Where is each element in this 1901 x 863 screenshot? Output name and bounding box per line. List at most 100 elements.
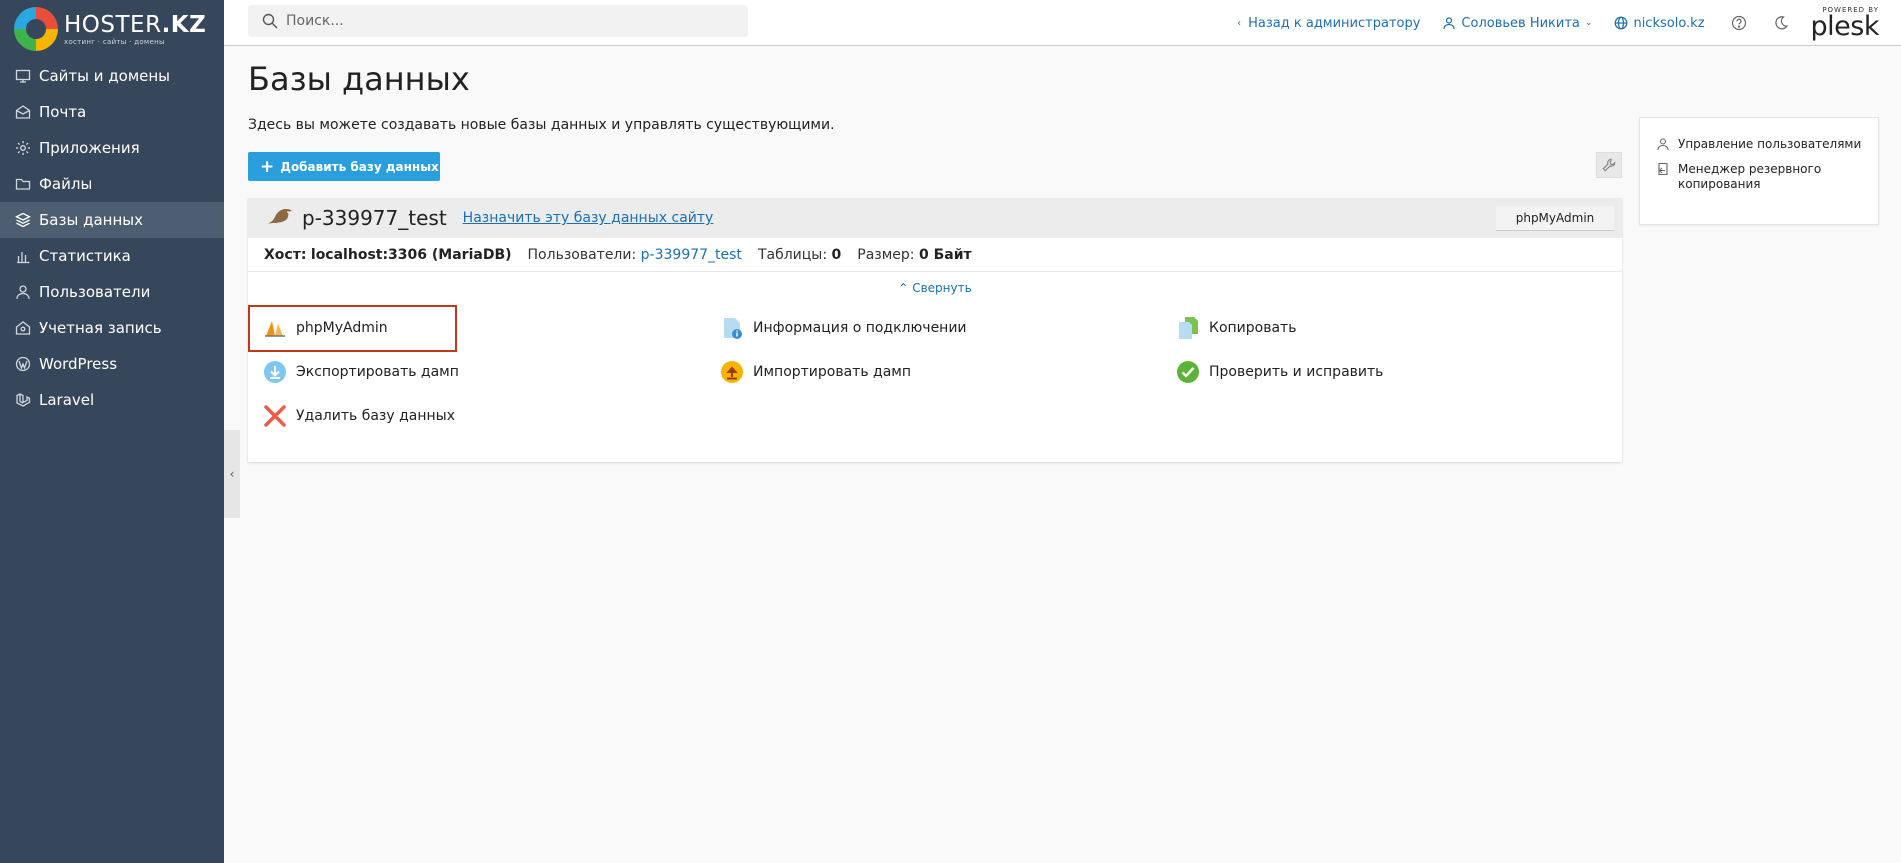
side-panel: Управление пользователями Менеджер резер… — [1639, 117, 1879, 225]
folder-icon — [15, 176, 31, 192]
domain-label: nicksolo.kz — [1633, 15, 1705, 31]
search-input[interactable] — [286, 13, 726, 29]
sidebar-nav: Сайты и домены Почта Приложения Файлы Ба… — [0, 58, 224, 418]
sidebar-item-label: WordPress — [39, 355, 118, 373]
sidebar-item-sites[interactable]: Сайты и домены — [0, 58, 224, 94]
import-icon — [720, 360, 744, 384]
action-label: Экспортировать дамп — [296, 364, 459, 380]
action-copy[interactable]: Копировать — [1176, 316, 1296, 340]
chevron-up-icon: ⌃ — [898, 281, 909, 295]
tools-button[interactable] — [1596, 152, 1622, 178]
action-connection-info[interactable]: Информация о подключении — [720, 316, 967, 340]
sidebar-item-label: Файлы — [39, 175, 93, 193]
back-to-admin-label: Назад к администратору — [1248, 15, 1421, 31]
action-check-repair[interactable]: Проверить и исправить — [1176, 360, 1383, 384]
action-label: Импортировать дамп — [753, 364, 912, 380]
brand-tagline: хостинг · сайты · домены — [64, 37, 165, 46]
checkmark-icon — [1176, 360, 1200, 384]
globe-icon — [1615, 16, 1628, 30]
action-label: phpMyAdmin — [296, 320, 388, 336]
chevron-down-icon: ⌄ — [1584, 18, 1593, 28]
users-link[interactable]: p-339977_test — [641, 247, 742, 263]
top-bar: ‹ Назад к администратору Соловьев Никита… — [224, 0, 1901, 46]
phpmyadmin-button[interactable]: phpMyAdmin — [1496, 206, 1614, 231]
sidebar-item-label: Сайты и домены — [39, 67, 171, 85]
user-management-label: Управление пользователями — [1678, 137, 1862, 151]
action-import-dump[interactable]: Импортировать дамп — [720, 360, 911, 384]
user-name: Соловьев Никита — [1461, 15, 1580, 31]
logo-icon — [14, 7, 58, 51]
brand-logo[interactable]: HOSTER.KZ хостинг · сайты · домены — [0, 0, 224, 58]
page-title: Базы данных — [248, 60, 470, 98]
backup-icon — [1658, 162, 1668, 176]
sidebar-item-label: Базы данных — [39, 211, 143, 229]
sidebar-item-statistics[interactable]: Статистика — [0, 238, 224, 274]
wrench-icon — [1602, 158, 1616, 172]
chevron-left-icon: ‹ — [229, 467, 235, 481]
plesk-logo: POWERED BY plesk — [1810, 6, 1880, 42]
collapse-label: Свернуть — [912, 281, 972, 295]
backup-manager-label: Менеджер резервного копирования — [1678, 162, 1822, 191]
sidebar-item-label: Статистика — [39, 247, 131, 265]
host-value: localhost:3306 (MariaDB) — [310, 246, 512, 263]
action-label: Удалить базу данных — [296, 408, 455, 424]
user-icon — [1657, 138, 1669, 151]
search-icon — [262, 13, 278, 29]
connection-info-icon — [720, 316, 744, 340]
host-label: Хост: — [264, 246, 307, 263]
sidebar-collapse-button[interactable]: ‹ — [224, 430, 240, 518]
sidebar-item-label: Учетная запись — [39, 319, 162, 337]
action-label: Проверить и исправить — [1209, 364, 1384, 380]
backup-manager-link[interactable]: Менеджер резервного копирования — [1656, 162, 1864, 192]
bar-chart-icon — [15, 248, 31, 264]
sidebar-item-wordpress[interactable]: WordPress — [0, 346, 224, 382]
user-management-link[interactable]: Управление пользователями — [1656, 137, 1864, 152]
phpmyadmin-icon — [263, 316, 287, 340]
size-value: 0 Байт — [918, 246, 972, 263]
user-menu[interactable]: Соловьев Никита ⌄ — [1442, 16, 1592, 31]
sidebar-item-users[interactable]: Пользователи — [0, 274, 224, 310]
sidebar-item-laravel[interactable]: Laravel — [0, 382, 224, 418]
back-to-admin-link[interactable]: ‹ Назад к администратору — [1237, 16, 1420, 31]
tables-label: Таблицы: — [757, 246, 828, 263]
account-icon — [15, 320, 31, 336]
sidebar-item-label: Почта — [39, 103, 87, 121]
database-card: p-339977_test Назначить эту базу данных … — [248, 198, 1622, 462]
action-export-dump[interactable]: Экспортировать дамп — [263, 360, 459, 384]
action-phpmyadmin[interactable]: phpMyAdmin — [263, 316, 388, 340]
sidebar-item-label: Laravel — [39, 391, 95, 409]
delete-icon — [263, 404, 287, 428]
layers-icon — [15, 212, 31, 228]
brand-name: HOSTER.KZ — [64, 11, 207, 38]
sidebar-item-account[interactable]: Учетная запись — [0, 310, 224, 346]
chevron-left-icon: ‹ — [1237, 17, 1242, 29]
sidebar-item-label: Приложения — [39, 139, 140, 157]
database-meta: Хост: localhost:3306 (MariaDB) Пользоват… — [248, 238, 1622, 272]
sidebar-item-applications[interactable]: Приложения — [0, 130, 224, 166]
gear-icon — [15, 140, 31, 156]
monitor-icon — [15, 68, 31, 84]
plesk-wordmark: plesk — [1810, 10, 1880, 42]
sidebar-item-databases[interactable]: Базы данных — [0, 202, 224, 238]
user-icon — [15, 284, 31, 300]
help-icon[interactable] — [1731, 15, 1747, 31]
add-database-label: Добавить базу данных — [280, 159, 439, 174]
users-label: Пользователи: — [527, 246, 637, 263]
database-card-header: p-339977_test Назначить эту базу данных … — [248, 198, 1622, 238]
user-icon — [1443, 17, 1456, 30]
collapse-link[interactable]: ⌃ Свернуть — [248, 281, 1622, 295]
domain-link[interactable]: nicksolo.kz — [1614, 15, 1705, 31]
action-delete-database[interactable]: Удалить базу данных — [263, 404, 455, 428]
sidebar: HOSTER.KZ хостинг · сайты · домены Сайты… — [0, 0, 224, 863]
add-database-button[interactable]: + Добавить базу данных — [248, 152, 440, 181]
laravel-icon — [15, 392, 31, 408]
wordpress-icon — [15, 356, 31, 372]
tables-value: 0 — [831, 246, 842, 263]
moon-icon[interactable] — [1773, 15, 1789, 31]
sidebar-item-mail[interactable]: Почта — [0, 94, 224, 130]
sidebar-item-files[interactable]: Файлы — [0, 166, 224, 202]
search-box — [248, 5, 748, 37]
database-seal-icon — [266, 206, 294, 230]
assign-database-link[interactable]: Назначить эту базу данных сайту — [463, 210, 714, 226]
size-label: Размер: — [857, 246, 915, 263]
